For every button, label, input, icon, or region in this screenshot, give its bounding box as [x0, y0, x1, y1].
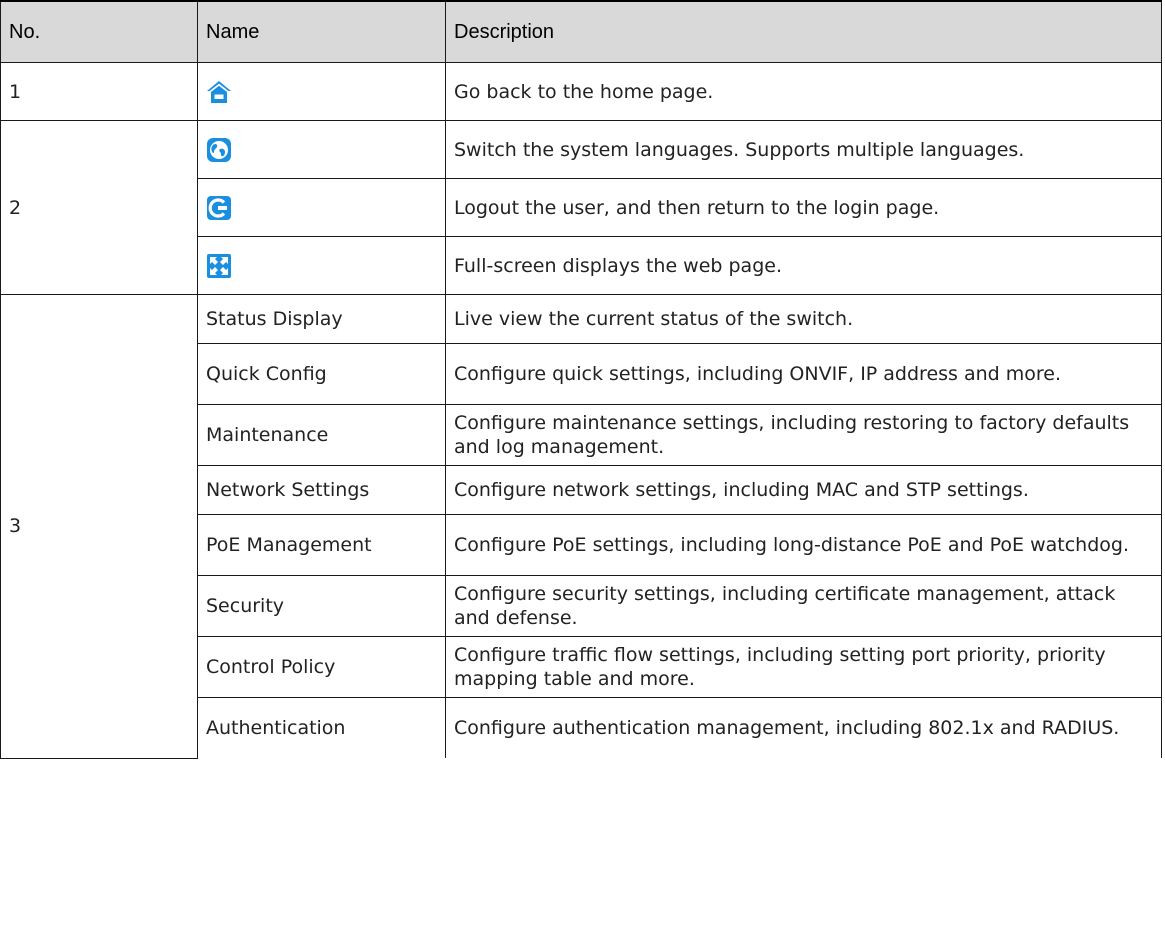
- description-cell: Configure quick settings, including ONVI…: [445, 343, 1162, 405]
- header-no: No.: [0, 0, 198, 63]
- name-cell: Authentication: [197, 697, 446, 758]
- description-cell: Go back to the home page.: [445, 62, 1162, 121]
- name-cell: PoE Management: [197, 514, 446, 576]
- name-cell: [197, 62, 446, 121]
- description-table: No. Name Description 1 Go back to the ho…: [0, 0, 1162, 759]
- description-cell: Live view the current status of the swit…: [445, 294, 1162, 344]
- description-cell: Switch the system languages. Supports mu…: [445, 120, 1162, 179]
- table-header-row: No. Name Description: [0, 0, 1162, 63]
- header-name: Name: [197, 0, 446, 63]
- description-cell: Configure traffic flow settings, includi…: [445, 636, 1162, 698]
- table-row: 1 Go back to the home page.: [0, 62, 1162, 121]
- description-cell: Configure authentication management, inc…: [445, 697, 1162, 758]
- globe-icon: [206, 137, 232, 163]
- name-cell: [197, 236, 446, 295]
- fullscreen-icon: [206, 253, 232, 279]
- header-description: Description: [445, 0, 1162, 63]
- name-cell: [197, 120, 446, 179]
- name-cell: Quick Config: [197, 343, 446, 405]
- description-cell: Configure PoE settings, including long-d…: [445, 514, 1162, 576]
- row-number: 1: [0, 62, 198, 121]
- table-row: 2 Switch the system languages. Supports …: [0, 120, 1162, 295]
- name-cell: [197, 178, 446, 237]
- name-cell: Network Settings: [197, 465, 446, 515]
- description-cell: Configure network settings, including MA…: [445, 465, 1162, 515]
- name-cell: Security: [197, 575, 446, 637]
- description-cell: Configure security settings, including c…: [445, 575, 1162, 637]
- description-cell: Full-screen displays the web page.: [445, 236, 1162, 295]
- name-cell: Maintenance: [197, 404, 446, 466]
- description-cell: Configure maintenance settings, includin…: [445, 404, 1162, 466]
- name-cell: Control Policy: [197, 636, 446, 698]
- logout-icon: [206, 195, 232, 221]
- row-number: 2: [0, 120, 198, 295]
- row-number: 3: [0, 294, 198, 759]
- description-cell: Logout the user, and then return to the …: [445, 178, 1162, 237]
- table-row: 3 Status Display Live view the current s…: [0, 294, 1162, 759]
- name-cell: Status Display: [197, 294, 446, 344]
- home-icon: [206, 79, 232, 105]
